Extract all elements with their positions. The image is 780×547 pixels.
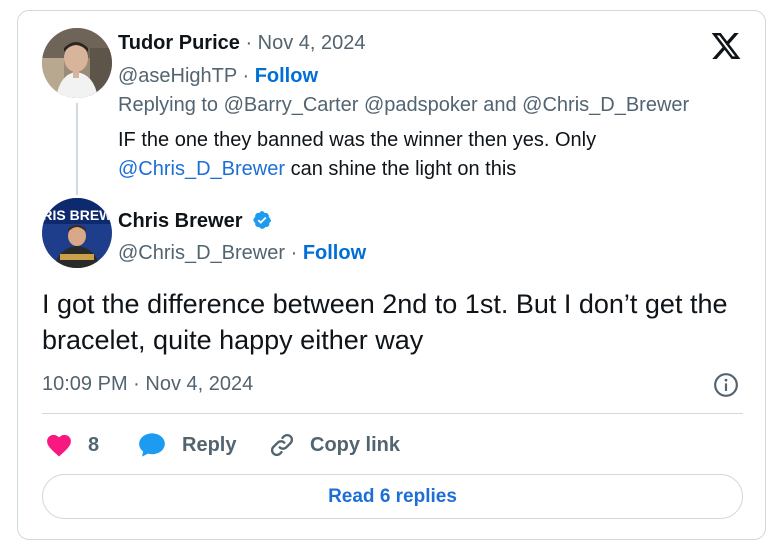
- heart-icon: [47, 434, 71, 457]
- follow-button[interactable]: Follow: [255, 65, 318, 87]
- reply-text-rest: can shine the light on this: [285, 158, 517, 180]
- mention-link[interactable]: @padspoker: [364, 94, 478, 116]
- x-logo-icon[interactable]: [709, 30, 743, 62]
- main-handle[interactable]: @Chris_D_Brewer: [118, 242, 285, 264]
- mention-link[interactable]: @Chris_D_Brewer: [522, 94, 689, 116]
- separator-dot: ·: [242, 65, 250, 87]
- main-tweet-header: Chris Brewer: [118, 209, 272, 233]
- main-tweet-text: I got the difference between 2nd to 1st.…: [42, 289, 728, 355]
- reply-label: Reply: [182, 433, 237, 456]
- reply-text-line-2: @Chris_D_Brewer can shine the light on t…: [118, 154, 516, 184]
- reply-bubble-icon: [139, 433, 165, 457]
- reply-handle-row: @aseHighTP · Follow: [118, 64, 318, 88]
- verified-badge-icon: [253, 211, 272, 229]
- separator-dot: ·: [290, 242, 298, 264]
- replying-and-label: and: [483, 94, 517, 116]
- mention-link[interactable]: @Chris_D_Brewer: [118, 158, 285, 180]
- copy-link-button[interactable]: Copy link: [268, 428, 400, 462]
- link-icon: [270, 433, 294, 457]
- reply-text-line-1: IF the one they banned was the winner th…: [118, 129, 597, 151]
- tweet-timestamp[interactable]: 10:09 PM · Nov 4, 2024: [42, 370, 253, 398]
- thread-connector-line: [76, 103, 78, 195]
- read-replies-button[interactable]: Read 6 replies: [42, 474, 743, 519]
- replying-to-row: Replying to @Barry_Carter @padspoker and…: [118, 93, 689, 117]
- divider: [42, 413, 743, 414]
- reply-button[interactable]: Reply: [138, 428, 236, 462]
- like-count: 8: [88, 433, 100, 456]
- info-icon[interactable]: [713, 372, 739, 398]
- separator-dot: ·: [245, 32, 253, 54]
- chris-brewer-avatar[interactable]: HRIS BREWE: [42, 198, 112, 268]
- replying-to-label: Replying to: [118, 94, 219, 116]
- main-author-name[interactable]: Chris Brewer: [118, 210, 243, 232]
- like-button[interactable]: 8: [46, 428, 99, 462]
- tudor-purice-avatar[interactable]: [42, 28, 112, 98]
- main-handle-row: @Chris_D_Brewer · Follow: [118, 241, 366, 265]
- reply-author-name[interactable]: Tudor Purice: [118, 32, 240, 54]
- copy-link-label: Copy link: [310, 433, 401, 456]
- mention-link[interactable]: @Barry_Carter: [224, 94, 359, 116]
- reply-handle[interactable]: @aseHighTP: [118, 65, 237, 87]
- reply-date[interactable]: Nov 4, 2024: [258, 32, 366, 54]
- follow-button[interactable]: Follow: [303, 242, 366, 264]
- reply-tweet-header: Tudor Purice · Nov 4, 2024: [118, 31, 366, 55]
- avatar-banner-text: HRIS BREWE: [42, 207, 112, 223]
